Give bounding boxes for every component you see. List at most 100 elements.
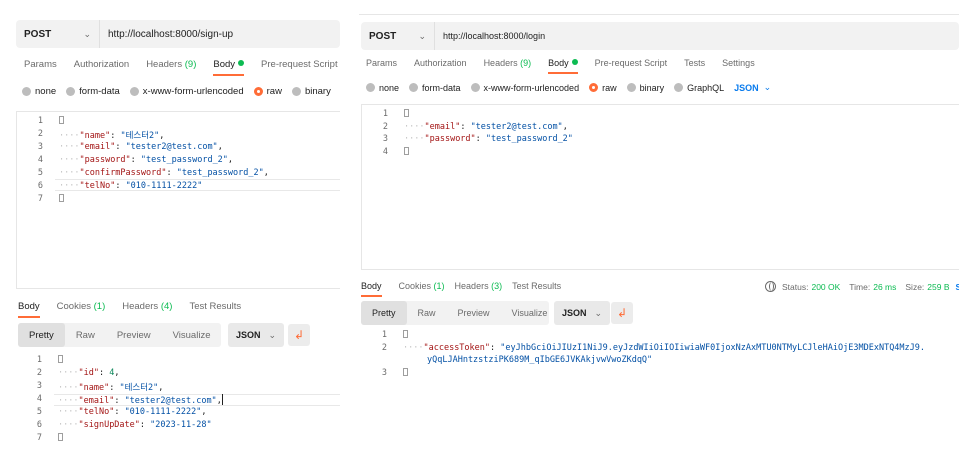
json-value: "010-1111-2222" (124, 407, 202, 417)
method-select[interactable]: POST ⌄ (16, 20, 100, 48)
method-label: POST (369, 30, 397, 42)
view-visualize-button[interactable]: Visualize (501, 301, 559, 325)
fold-icon[interactable] (403, 367, 408, 376)
save-response-button[interactable]: S (956, 282, 959, 292)
json-key: "email" (78, 396, 115, 406)
radio-label: GraphQL (687, 82, 725, 93)
body-indicator-dot (571, 59, 578, 65)
status-value[interactable]: 200 OK (811, 282, 840, 292)
radio-label: none (35, 86, 57, 97)
indent-guide: ···· (404, 121, 425, 132)
size-label: Size: (905, 281, 925, 292)
fold-icon[interactable] (404, 146, 409, 155)
indent-guide: ···· (59, 168, 80, 178)
view-raw-button[interactable]: Raw (65, 323, 106, 347)
indent-guide: ···· (404, 134, 425, 144)
wrap-lines-icon[interactable]: ↲ (611, 302, 633, 324)
radio-graphql[interactable]: GraphQL (674, 83, 724, 93)
tab-headers[interactable]: Headers (9) (146, 59, 196, 74)
tab-tests[interactable]: Tests (684, 58, 705, 72)
tab-authorization[interactable]: Authorization (74, 59, 129, 74)
fold-icon[interactable] (58, 433, 63, 441)
chevron-down-icon: ⌄ (763, 82, 772, 92)
radio-x-www-form-urlencoded[interactable]: x-www-form-urlencoded (470, 83, 579, 93)
request-body-editor[interactable]: 1 2 ····"email": "tester2@test.com", 3 ····"… (361, 104, 959, 270)
code-line (403, 330, 408, 340)
radio-none[interactable]: none (366, 83, 399, 93)
json-key: "name" (79, 131, 111, 141)
json-value: "test_password_2" (140, 155, 228, 165)
fold-icon[interactable] (59, 194, 64, 202)
line-number: 2 (37, 129, 43, 139)
tab-pre-request-script[interactable]: Pre-request Script (261, 59, 338, 74)
view-pretty-button[interactable]: Pretty (18, 323, 65, 347)
wrap-lines-icon[interactable]: ↲ (288, 324, 310, 346)
request-tabs: Params Authorization Headers (9) Body Pr… (24, 59, 340, 76)
body-format-label: JSON (734, 82, 759, 93)
response-format-select[interactable]: JSON ⌄ (554, 301, 611, 325)
radio-form-data[interactable]: form-data (66, 86, 120, 97)
tab-response-body[interactable]: Body (361, 281, 382, 297)
response-body-viewer: 1 2 ····"id": 4, 3 ····"name": "테스터2", 4 ····"… (16, 352, 340, 452)
size-value[interactable]: 259 B (927, 282, 949, 292)
tab-body[interactable]: Body (213, 59, 245, 76)
status-label: Status: (782, 281, 809, 292)
tab-test-results[interactable]: Test Results (189, 301, 241, 316)
fold-icon[interactable] (403, 330, 408, 338)
tab-response-headers[interactable]: Headers (4) (122, 301, 172, 316)
tab-response-cookies[interactable]: Cookies (1) (399, 281, 445, 295)
method-select[interactable]: POST ⌄ (361, 22, 435, 50)
tab-params[interactable]: Params (366, 58, 397, 72)
radio-raw[interactable]: raw (253, 86, 282, 97)
indent-guide: ···· (58, 396, 79, 406)
tab-body[interactable]: Body (548, 58, 578, 74)
tab-params[interactable]: Params (24, 59, 57, 74)
json-key: "password" (424, 134, 476, 144)
fold-icon[interactable] (59, 116, 64, 124)
radio-label: raw (266, 86, 282, 97)
json-comma: , (562, 121, 568, 132)
json-comma: , (263, 168, 269, 178)
radio-form-data[interactable]: form-data (409, 83, 461, 93)
radio-binary[interactable]: binary (626, 83, 664, 93)
json-value: "010-1111-2222" (125, 181, 203, 191)
body-format-select[interactable]: JSON ⌄ (734, 82, 771, 93)
line-number: 7 (37, 194, 43, 204)
line-number: 5 (37, 168, 43, 178)
tab-pre-request-script[interactable]: Pre-request Script (595, 58, 668, 72)
tab-response-headers[interactable]: Headers (3) (455, 281, 503, 295)
code-line: ····"email": "tester2@test.com", (58, 394, 223, 406)
json-value: "tester2@test.com" (125, 142, 218, 152)
view-pretty-button[interactable]: Pretty (361, 301, 407, 325)
signup-request-pane: POST ⌄ http://localhost:8000/sign-up Par… (0, 0, 340, 459)
headers-count: (9) (520, 58, 532, 68)
json-colon: : (114, 407, 125, 417)
view-preview-button[interactable]: Preview (106, 323, 162, 347)
view-raw-button[interactable]: Raw (407, 301, 447, 325)
globe-icon[interactable] (765, 281, 776, 292)
view-preview-button[interactable]: Preview (447, 301, 501, 325)
tab-authorization[interactable]: Authorization (414, 58, 467, 72)
fold-icon[interactable] (58, 355, 63, 363)
time-value[interactable]: 26 ms (873, 282, 896, 292)
tab-response-body[interactable]: Body (18, 301, 40, 318)
json-comma: , (158, 383, 164, 393)
radio-circle (253, 87, 263, 96)
tab-test-results[interactable]: Test Results (512, 281, 561, 295)
response-body-viewer: 1 2 ····"accessToken": "eyJhbGciOiJIUzI1Ni… (361, 330, 959, 390)
url-input[interactable]: http://localhost:8000/sign-up (100, 29, 233, 40)
radio-x-www-form-urlencoded[interactable]: x-www-form-urlencoded (129, 86, 244, 97)
url-input[interactable]: http://localhost:8000/login (435, 31, 545, 41)
fold-icon[interactable] (404, 109, 409, 117)
json-colon: : (115, 181, 126, 191)
tab-headers-label: Headers (483, 58, 518, 68)
tab-headers[interactable]: Headers (9) (484, 58, 532, 72)
tab-settings[interactable]: Settings (722, 58, 755, 72)
tab-response-cookies[interactable]: Cookies (1) (57, 301, 106, 316)
radio-none[interactable]: none (22, 86, 56, 97)
response-format-select[interactable]: JSON ⌄ (228, 323, 285, 347)
view-visualize-button[interactable]: Visualize (162, 323, 222, 347)
request-body-editor[interactable]: 1 2 ····"name": "테스터2", 3 ····"email": "test… (16, 111, 340, 289)
radio-binary[interactable]: binary (291, 86, 331, 97)
radio-raw[interactable]: raw (589, 83, 617, 93)
